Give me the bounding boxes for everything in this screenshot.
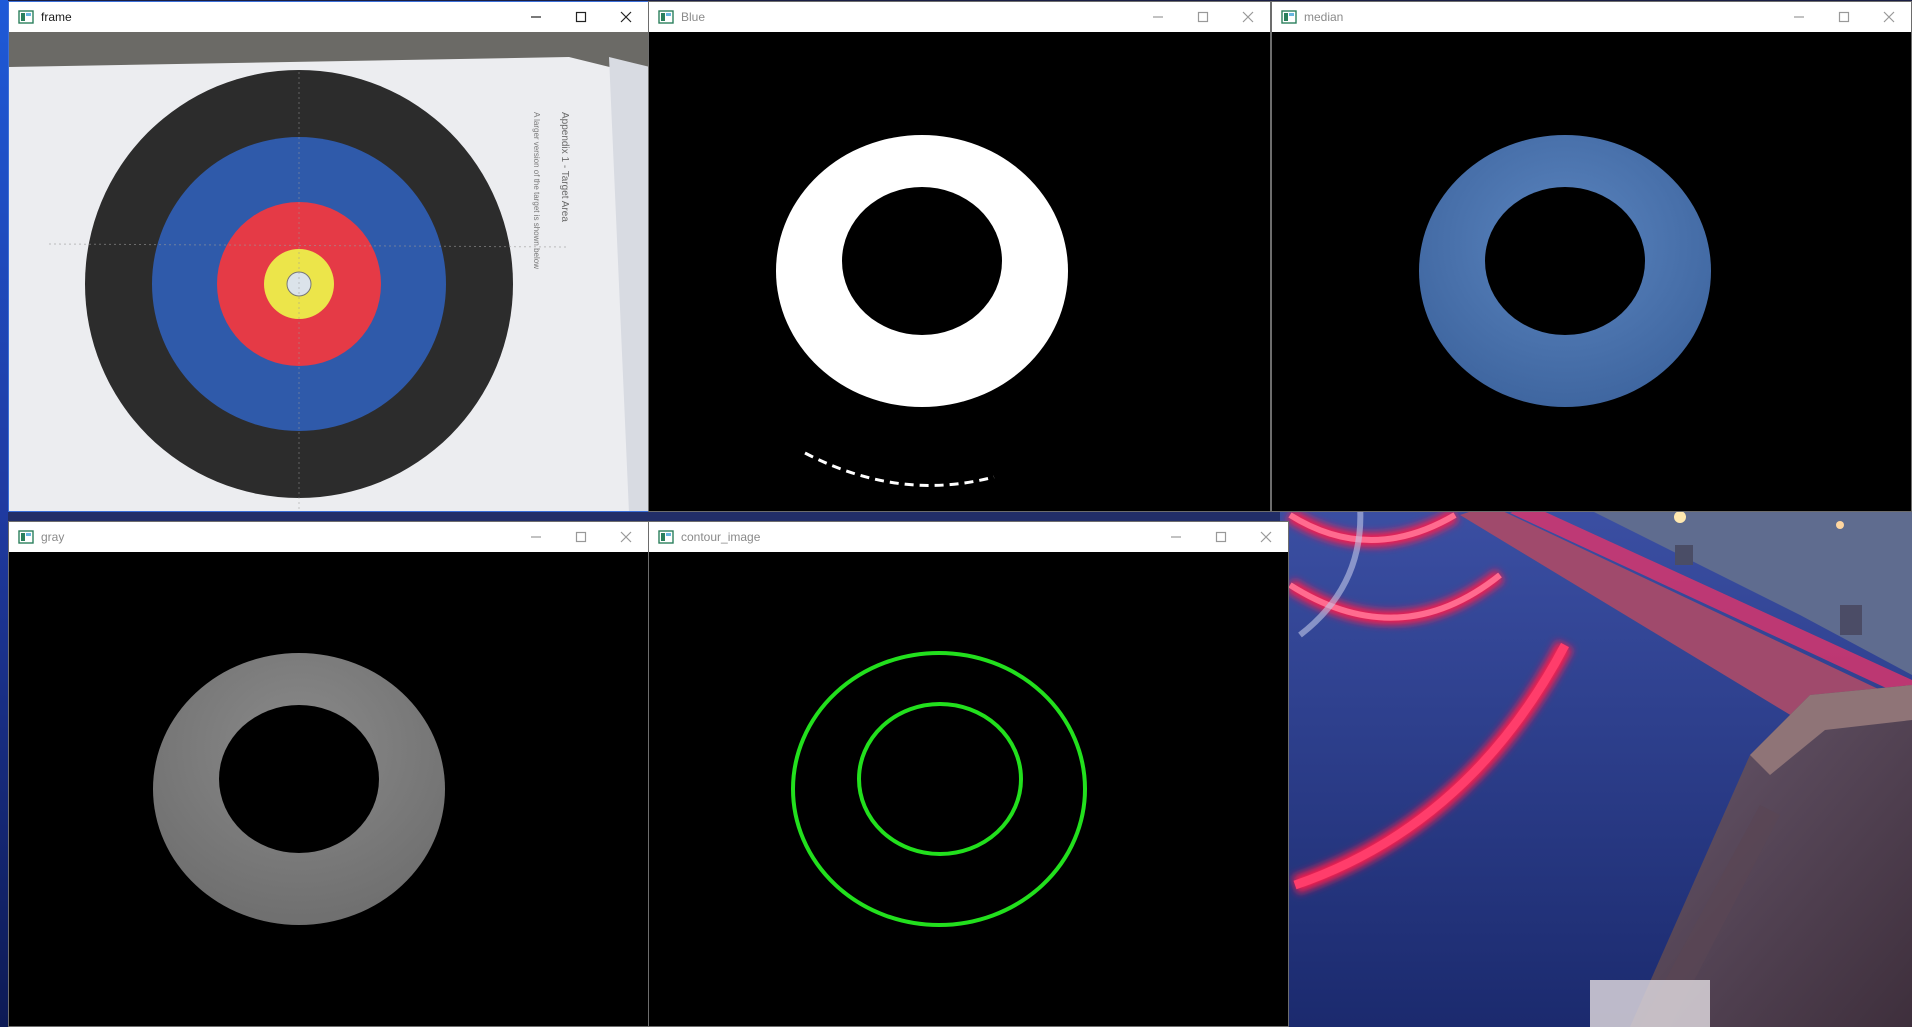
close-icon xyxy=(620,11,631,23)
opencv-window-icon xyxy=(1281,10,1297,24)
contour-rings xyxy=(649,552,1288,1026)
webcam-frame: Appendix 1 - Target Area A larger versio… xyxy=(9,32,648,511)
desktop: frame Appendix 1 - Target Area A larger … xyxy=(0,0,1912,1027)
maximize-button[interactable] xyxy=(1821,2,1866,32)
opencv-window-icon xyxy=(18,10,34,24)
gray-image xyxy=(9,552,648,1026)
opencv-window-icon xyxy=(658,10,674,24)
window-title: contour_image xyxy=(681,530,761,544)
minimize-icon xyxy=(1152,16,1163,18)
maximize-button[interactable] xyxy=(558,2,603,32)
window-median[interactable]: median xyxy=(1271,1,1912,512)
maximize-icon xyxy=(1197,11,1208,23)
close-button[interactable] xyxy=(1866,2,1911,32)
blue-mask-image xyxy=(649,32,1270,511)
close-button[interactable] xyxy=(603,522,648,552)
close-icon xyxy=(620,531,631,543)
close-icon xyxy=(1242,11,1253,23)
titlebar-gray[interactable]: gray xyxy=(9,522,648,552)
window-title: gray xyxy=(41,530,65,544)
minimize-icon xyxy=(530,536,541,538)
close-button[interactable] xyxy=(603,2,648,32)
titlebar-blue[interactable]: Blue xyxy=(649,2,1270,32)
window-gray[interactable]: gray xyxy=(8,521,649,1027)
blue-mask xyxy=(649,32,1270,511)
window-title: frame xyxy=(41,10,72,24)
page-caption: A larger version of the target is shown … xyxy=(532,112,541,269)
maximize-icon xyxy=(575,11,586,23)
close-icon xyxy=(1260,531,1271,543)
window-contour-image[interactable]: contour_image xyxy=(648,521,1289,1027)
close-button[interactable] xyxy=(1243,522,1288,552)
maximize-button[interactable] xyxy=(558,522,603,552)
maximize-button[interactable] xyxy=(1198,522,1243,552)
window-title: median xyxy=(1304,10,1344,24)
maximize-icon xyxy=(1838,11,1849,23)
desktop-wallpaper xyxy=(1280,505,1912,1027)
titlebar-median[interactable]: median xyxy=(1272,2,1911,32)
maximize-icon xyxy=(575,531,586,543)
median-image xyxy=(1272,32,1911,511)
maximize-icon xyxy=(1215,531,1226,543)
maximize-button[interactable] xyxy=(1180,2,1225,32)
titlebar-contour-image[interactable]: contour_image xyxy=(649,522,1288,552)
titlebar-frame[interactable]: frame xyxy=(9,2,648,32)
frame-image: Appendix 1 - Target Area A larger versio… xyxy=(9,32,648,511)
window-frame[interactable]: frame Appendix 1 - Target Area A larger … xyxy=(8,1,649,512)
minimize-icon xyxy=(530,16,541,18)
desktop-wallpaper-edge xyxy=(0,0,8,1027)
contour-image xyxy=(649,552,1288,1026)
window-title: Blue xyxy=(681,10,706,24)
opencv-window-icon xyxy=(18,530,34,544)
minimize-button[interactable] xyxy=(513,522,558,552)
gray-ring-image xyxy=(9,552,648,1026)
minimize-button[interactable] xyxy=(1135,2,1180,32)
minimize-icon xyxy=(1793,16,1804,18)
window-blue[interactable]: Blue xyxy=(648,1,1271,512)
minimize-button[interactable] xyxy=(1153,522,1198,552)
minimize-button[interactable] xyxy=(1776,2,1821,32)
close-button[interactable] xyxy=(1225,2,1270,32)
minimize-icon xyxy=(1170,536,1181,538)
opencv-window-icon xyxy=(658,530,674,544)
page-heading: Appendix 1 - Target Area xyxy=(559,112,570,222)
close-icon xyxy=(1883,11,1894,23)
minimize-button[interactable] xyxy=(513,2,558,32)
median-blurred-ring xyxy=(1272,32,1911,511)
